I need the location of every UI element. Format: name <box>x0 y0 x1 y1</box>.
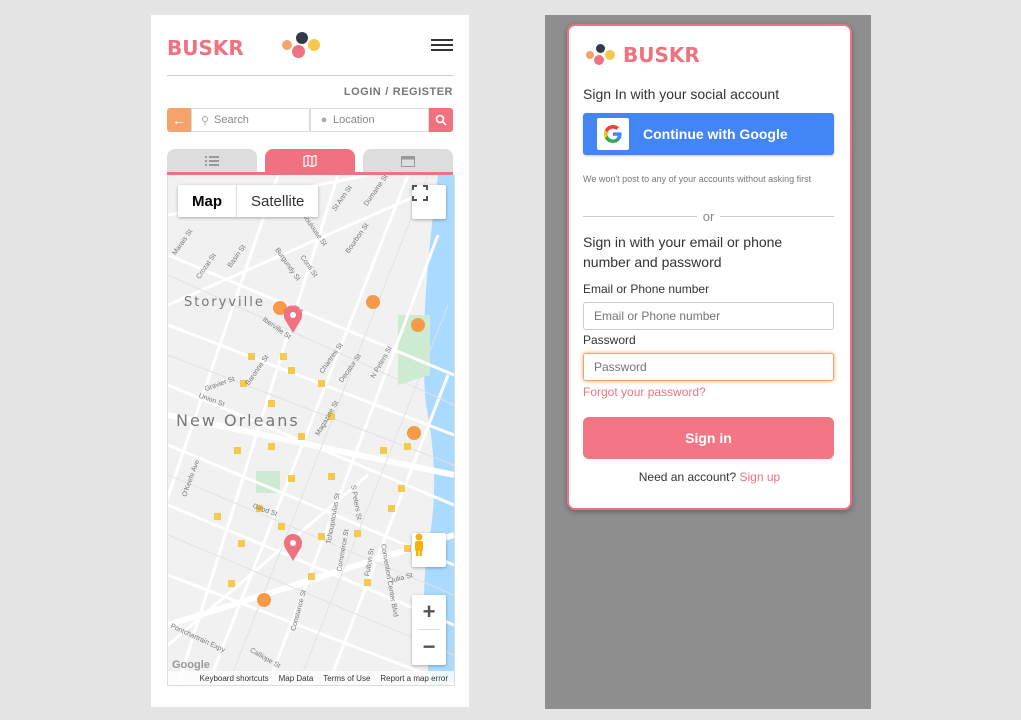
google-icon <box>597 118 629 150</box>
privacy-note: We won't post to any of your accounts wi… <box>583 174 812 184</box>
zoom-control: + − <box>412 595 446 665</box>
or-text: or <box>702 209 715 224</box>
keyboard-shortcuts-link[interactable]: Keyboard shortcuts <box>200 674 269 683</box>
password-label: Password <box>583 333 636 347</box>
report-error-link[interactable]: Report a map error <box>380 674 448 683</box>
map-view[interactable]: Storyville New Orleans Dumaine St St Ann… <box>167 175 455 686</box>
view-tabs <box>167 149 453 173</box>
google-button-label: Continue with Google <box>643 126 788 142</box>
search-placeholder: Search <box>214 114 249 126</box>
map-type-map-button[interactable]: Map <box>178 185 237 217</box>
map-footer: Keyboard shortcuts Map Data Terms of Use… <box>168 671 454 685</box>
zoom-in-button[interactable]: + <box>412 595 446 629</box>
search-submit-button[interactable] <box>429 108 453 132</box>
email-label: Email or Phone number <box>583 282 710 296</box>
location-placeholder: Location <box>333 114 375 126</box>
pegman-icon <box>415 533 423 556</box>
zoom-out-button[interactable]: − <box>412 630 446 664</box>
map-label-storyville: Storyville <box>184 295 265 310</box>
map-label-new-orleans: New Orleans <box>176 411 300 430</box>
brand-dots-icon <box>586 44 616 66</box>
menu-icon[interactable] <box>431 39 453 53</box>
tab-calendar[interactable] <box>363 149 453 173</box>
divider-line <box>720 216 834 217</box>
map-icon <box>303 155 317 167</box>
password-field[interactable] <box>583 353 834 381</box>
back-arrow-button[interactable]: ← <box>167 108 191 132</box>
fullscreen-button[interactable] <box>412 185 446 219</box>
map-type-control: Map Satellite <box>178 185 319 217</box>
sign-in-modal: BUSKR Sign In with your social account C… <box>567 24 852 510</box>
sign-up-link[interactable]: Sign up <box>740 470 781 484</box>
divider-line <box>583 216 697 217</box>
auth-links: LOGIN / REGISTER <box>344 86 453 98</box>
auth-separator: / <box>385 86 389 98</box>
location-pin-icon: ● <box>320 114 328 126</box>
or-divider: or <box>583 209 834 224</box>
continue-with-google-button[interactable]: Continue with Google <box>583 113 834 155</box>
location-input[interactable]: ● Location <box>310 108 429 132</box>
pegman-button[interactable] <box>412 533 446 567</box>
forgot-password-link[interactable]: Forgot your password? <box>583 385 706 399</box>
search-bar: ← ⚲ Search ● Location <box>167 108 453 132</box>
list-icon <box>205 156 219 166</box>
search-input[interactable]: ⚲ Search <box>191 108 310 132</box>
email-heading: Sign in with your email or phone number … <box>583 234 783 270</box>
modal-brand: BUSKR <box>623 43 700 67</box>
social-heading: Sign In with your social account <box>583 86 780 102</box>
tab-map[interactable] <box>265 149 355 173</box>
map-type-satellite-button[interactable]: Satellite <box>237 185 318 217</box>
search-submit-icon <box>435 114 447 126</box>
buskr-app-panel: BUSKR LOGIN / REGISTER ← ⚲ Search ● Locati… <box>151 15 469 707</box>
need-account-text: Need an account? <box>638 470 737 484</box>
header-divider <box>167 75 453 76</box>
email-field[interactable] <box>583 302 834 330</box>
register-link[interactable]: REGISTER <box>393 86 453 98</box>
tab-list[interactable] <box>167 149 257 173</box>
login-link[interactable]: LOGIN <box>344 86 381 98</box>
brand-logo-text[interactable]: BUSKR <box>167 36 244 60</box>
google-logo: Google <box>172 659 210 671</box>
sign-in-button[interactable]: Sign in <box>583 417 834 459</box>
terms-link[interactable]: Terms of Use <box>323 674 370 683</box>
fullscreen-icon <box>412 185 428 201</box>
map-data-link[interactable]: Map Data <box>279 674 314 683</box>
brand-dots-icon <box>282 32 322 62</box>
calendar-icon <box>401 156 415 167</box>
search-icon: ⚲ <box>200 114 210 127</box>
need-account-line: Need an account? Sign up <box>569 470 850 484</box>
